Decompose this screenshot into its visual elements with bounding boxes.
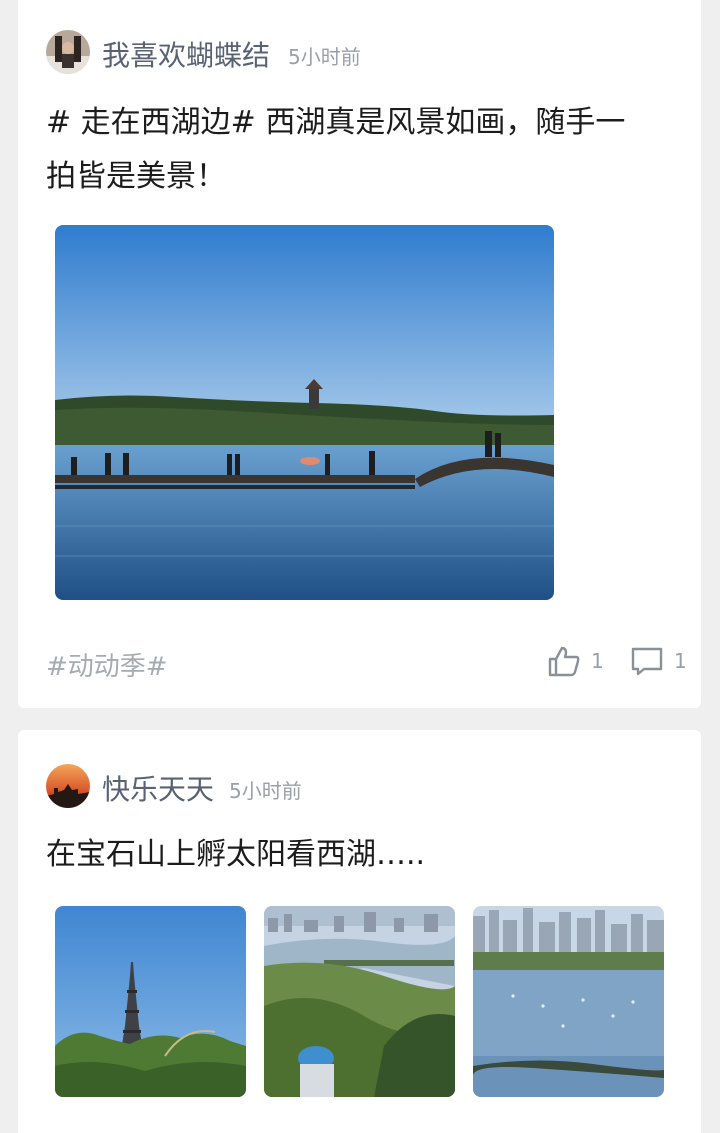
- post-text-line: # 走在西湖边# 西湖真是风景如画，随手一: [46, 105, 626, 140]
- post-card[interactable]: 我喜欢蝴蝶结 5小时前 # 走在西湖边# 西湖真是风景如画，随手一 拍皆是美景！: [18, 0, 701, 708]
- author-name[interactable]: 快乐天天: [102, 768, 214, 808]
- post-time: 5小时前: [288, 45, 361, 69]
- post-time: 5小时前: [229, 779, 302, 803]
- post-text[interactable]: # 走在西湖边# 西湖真是风景如画，随手一 拍皆是美景！: [46, 96, 686, 204]
- post-text-line: 拍皆是美景！: [46, 159, 226, 194]
- city-lake-photo[interactable]: [473, 906, 664, 1097]
- like-count: 1: [591, 649, 604, 673]
- comment-icon: [631, 647, 663, 676]
- author-name[interactable]: 我喜欢蝴蝶结: [102, 34, 270, 74]
- comment-button[interactable]: 1: [630, 645, 687, 677]
- topic-tag[interactable]: #动动季#: [46, 646, 168, 683]
- pagoda-photo[interactable]: [55, 906, 246, 1097]
- comment-count: 1: [674, 649, 687, 673]
- post-text[interactable]: 在宝石山上孵太阳看西湖…..: [46, 828, 686, 882]
- author-avatar[interactable]: [46, 764, 90, 808]
- author-avatar[interactable]: [46, 30, 90, 74]
- thumbs-up-icon: [548, 646, 580, 677]
- west-lake-bridge-photo[interactable]: [55, 225, 554, 600]
- lake-view-photo[interactable]: [264, 906, 455, 1097]
- like-button[interactable]: 1: [547, 645, 604, 677]
- post-card[interactable]: 快乐天天 5小时前 在宝石山上孵太阳看西湖…..: [18, 730, 701, 1133]
